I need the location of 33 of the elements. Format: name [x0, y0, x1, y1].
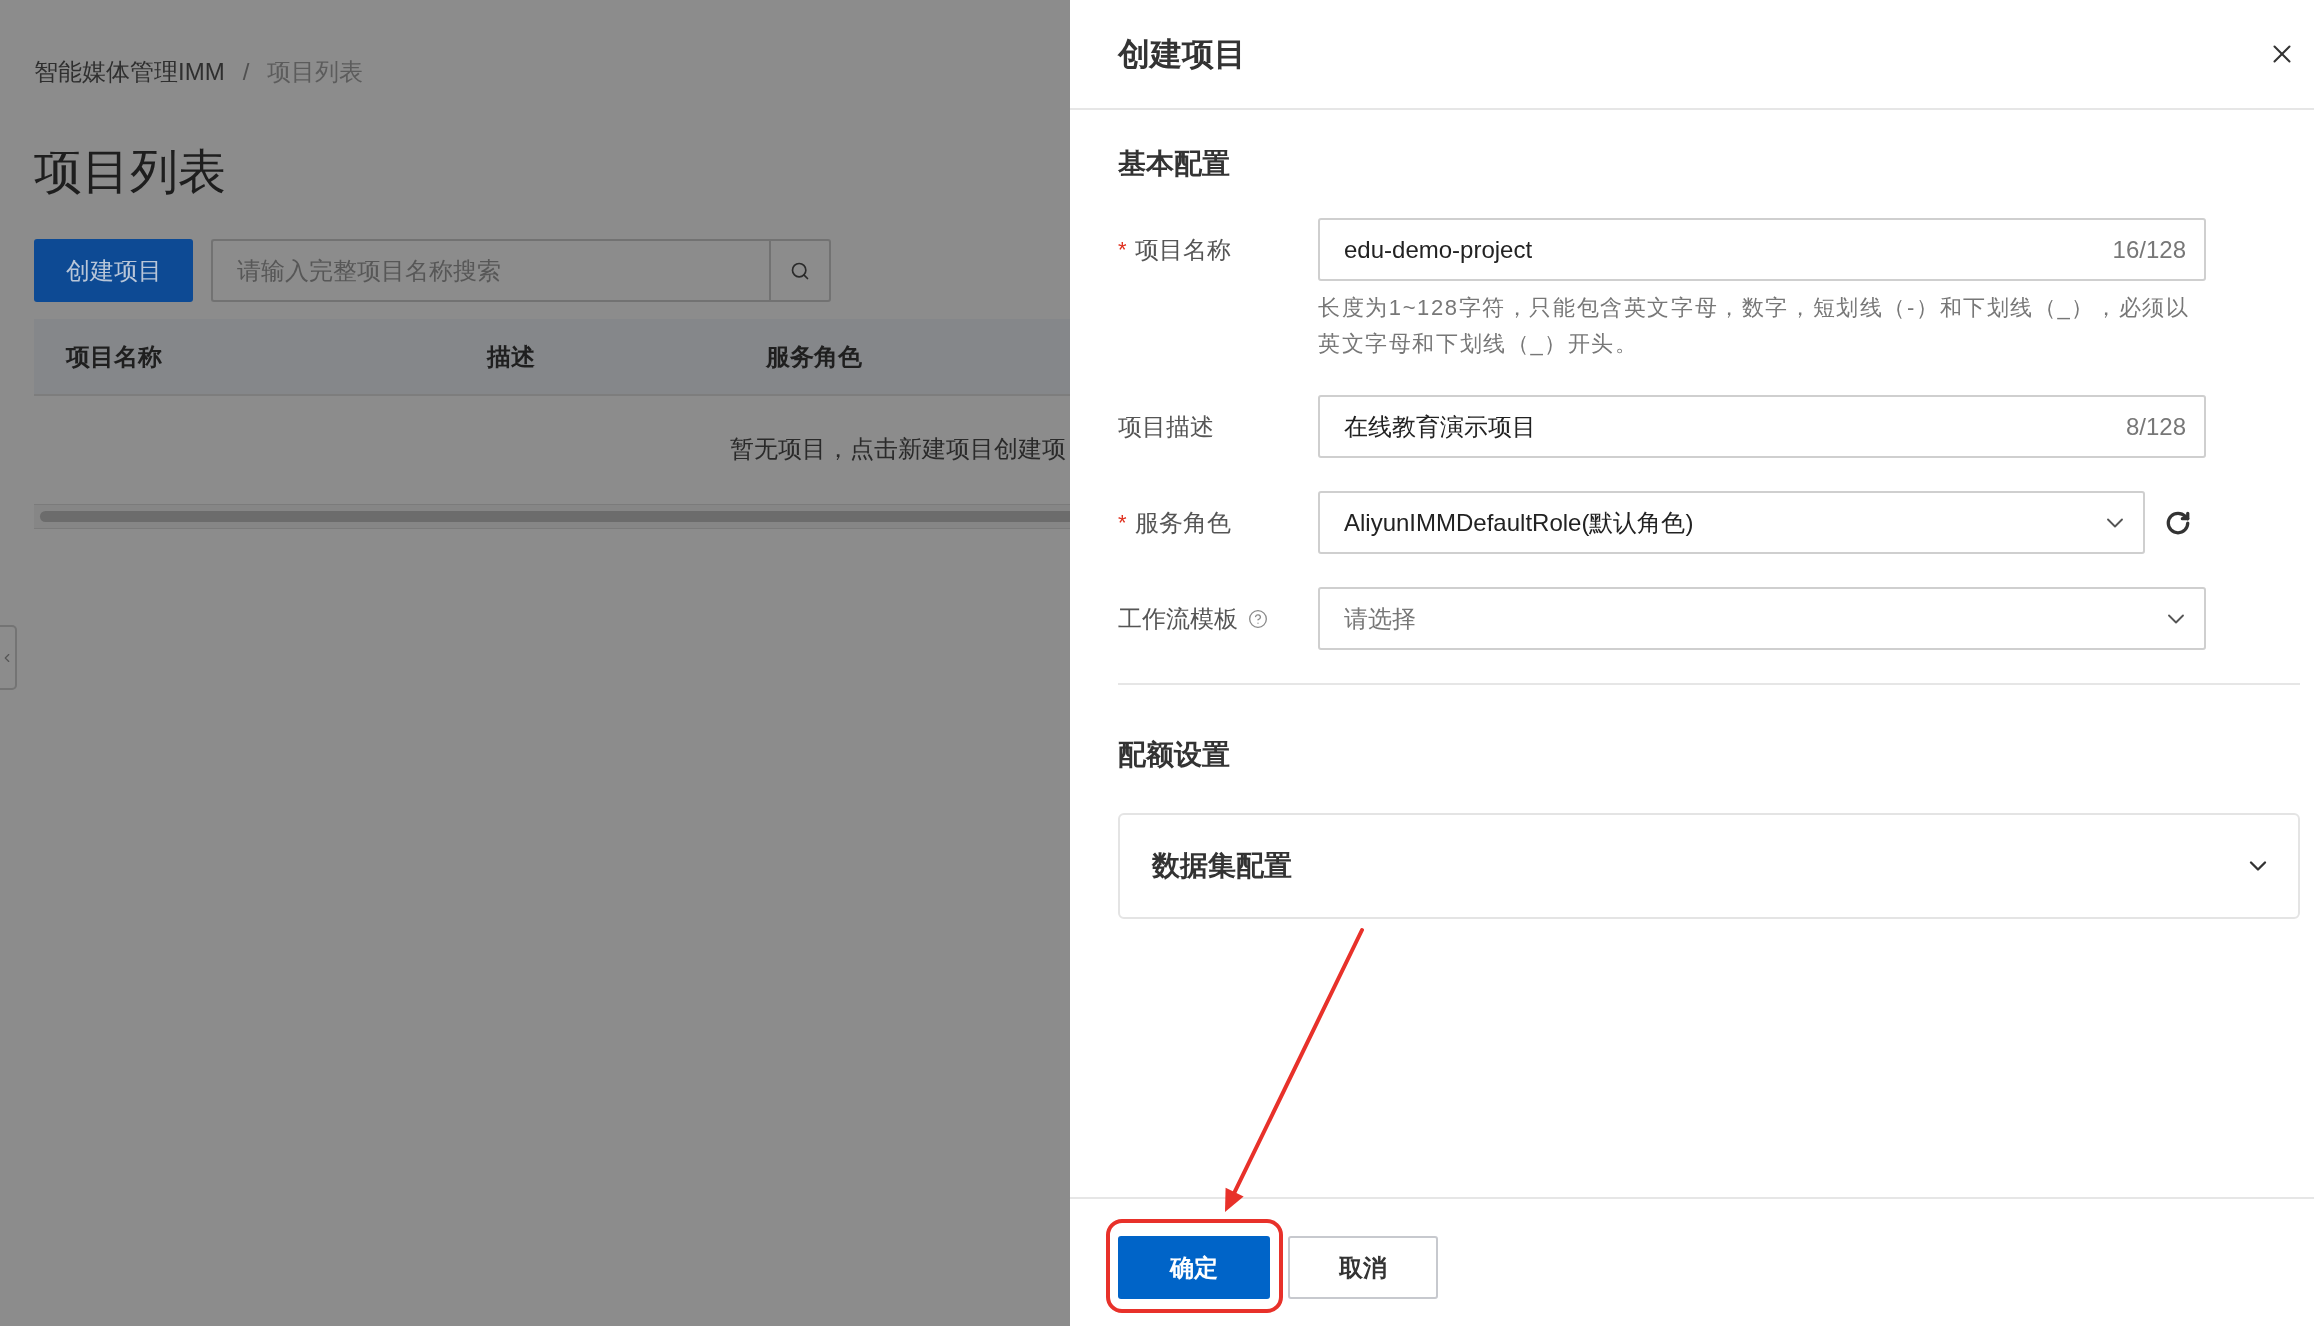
character-counter: 16/128	[2112, 234, 2186, 265]
drawer-title: 创建项目	[1118, 35, 1246, 74]
column-header: 项目名称	[66, 342, 162, 370]
create-project-button[interactable]: 创建项目	[34, 239, 193, 302]
field-label: 服务角色	[1134, 507, 1231, 538]
collapse-handle[interactable]	[0, 625, 17, 690]
character-counter: 8/128	[2125, 411, 2186, 442]
page-title: 项目列表	[34, 144, 226, 200]
collapse-panel[interactable]: 数据集配置	[1118, 813, 2300, 919]
text-input[interactable]: 在线教育演示项目 8/128	[1318, 395, 2206, 458]
column-header: 服务角色	[766, 342, 862, 370]
empty-state-text: 暂无项目，点击新建项目创建项	[730, 434, 1066, 464]
breadcrumb-separator: /	[242, 57, 250, 87]
select-field[interactable]: AliyunIMMDefaultRole(默认角色)	[1318, 491, 2145, 554]
search-button[interactable]	[769, 239, 831, 302]
breadcrumb-item[interactable]: 智能媒体管理IMM	[34, 55, 225, 89]
help-icon[interactable]	[1248, 608, 1268, 629]
field-label: 工作流模板	[1118, 603, 1238, 634]
confirm-button[interactable]: 确定	[1118, 1236, 1270, 1299]
field-label: 项目描述	[1118, 411, 1214, 442]
refresh-icon	[2165, 509, 2191, 536]
cancel-button[interactable]: 取消	[1288, 1236, 1438, 1299]
horizontal-scrollbar[interactable]	[34, 504, 1070, 529]
required-asterisk: *	[1118, 236, 1127, 264]
select-field[interactable]: 请选择	[1318, 587, 2206, 650]
section-title: 基本配置	[1118, 147, 1230, 181]
column-header: 描述	[487, 342, 535, 370]
text-input[interactable]: edu-demo-project 16/128	[1318, 218, 2206, 281]
search-icon	[790, 260, 810, 281]
section-title: 配额设置	[1118, 738, 1230, 772]
field-label: 项目名称	[1134, 234, 1231, 265]
required-asterisk: *	[1118, 509, 1127, 537]
help-text: 长度为1~128字符，只能包含英文字母，数字，短划线（-）和下划线（_），必须以英文字母和下划线（_）开头。	[1318, 294, 2191, 358]
